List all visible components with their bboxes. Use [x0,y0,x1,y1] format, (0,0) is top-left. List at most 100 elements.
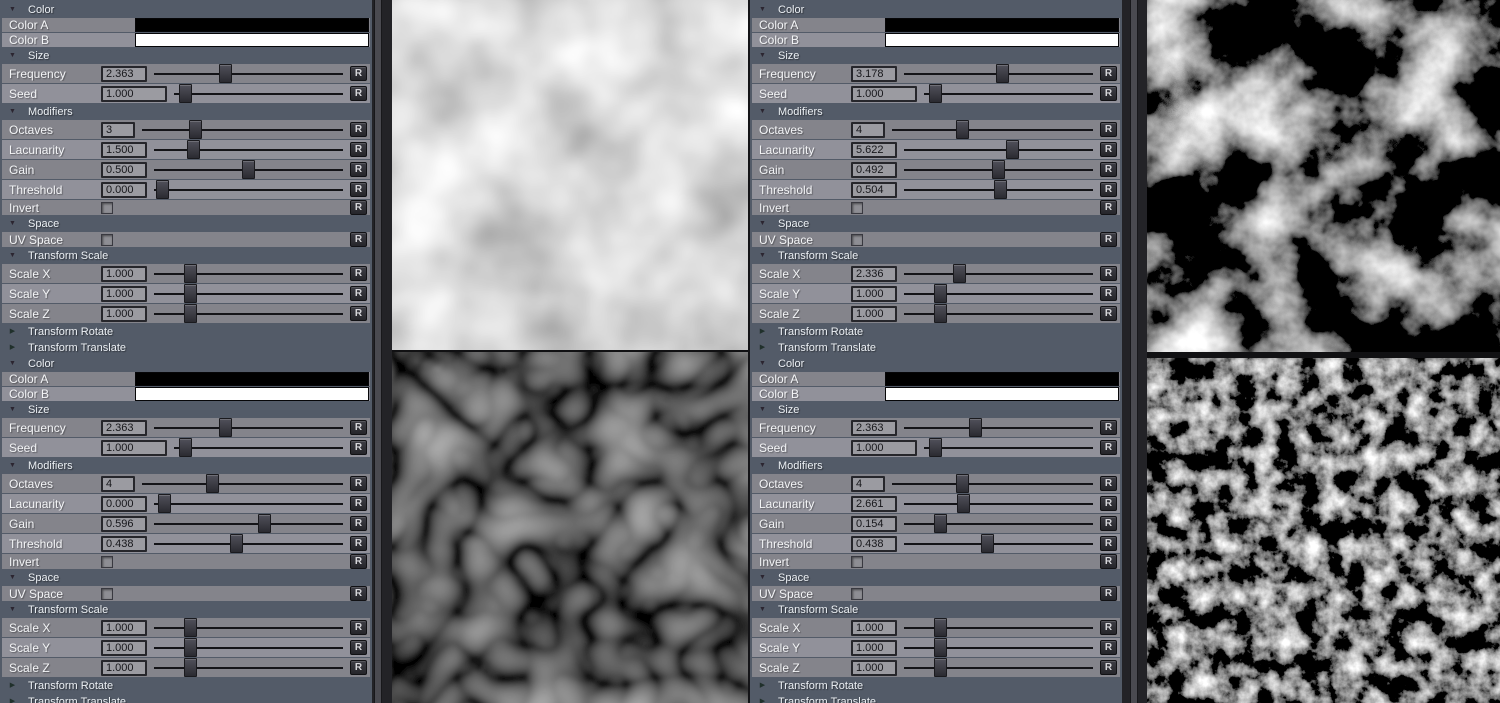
slider-track[interactable] [904,273,1093,275]
section-header-transform-rotate[interactable]: ▶Transform Rotate [2,324,370,339]
frequency-value-field[interactable]: 2.363 [851,420,897,436]
scale-x-value-field[interactable]: 2.336 [851,266,897,282]
gain-slider[interactable] [154,514,343,533]
uv-space-checkbox[interactable] [851,234,863,246]
lacunarity-slider[interactable] [154,494,343,513]
reset-button[interactable]: R [1100,286,1117,301]
section-header-transform-scale[interactable]: ▼Transform Scale [2,248,370,263]
color-a-swatch[interactable] [135,18,369,32]
reset-button[interactable]: R [350,536,367,551]
reset-button[interactable]: R [350,620,367,635]
frequency-slider[interactable] [904,64,1093,83]
reset-button[interactable]: R [350,306,367,321]
reset-button[interactable]: R [350,162,367,177]
reset-button[interactable]: R [1100,66,1117,81]
section-header-transform-scale[interactable]: ▼Transform Scale [752,248,1120,263]
reset-button[interactable]: R [1100,554,1117,569]
reset-button[interactable]: R [1100,266,1117,281]
slider-handle[interactable] [929,438,942,457]
frequency-value-field[interactable]: 3.178 [851,66,897,82]
slider-track[interactable] [154,667,343,669]
scale-y-value-field[interactable]: 1.000 [101,286,147,302]
section-header-transform-rotate[interactable]: ▶Transform Rotate [2,678,370,693]
scale-y-slider[interactable] [154,638,343,657]
reset-button[interactable]: R [350,286,367,301]
slider-track[interactable] [154,73,343,75]
section-header-size[interactable]: ▼Size [2,402,370,417]
scale-y-slider[interactable] [904,638,1093,657]
seed-value-field[interactable]: 1.000 [101,86,167,102]
slider-handle[interactable] [929,84,942,103]
section-header-space[interactable]: ▼Space [2,216,370,231]
invert-checkbox[interactable] [101,202,113,214]
reset-button[interactable]: R [1100,620,1117,635]
slider-track[interactable] [154,427,343,429]
slider-handle[interactable] [1006,140,1019,159]
slider-track[interactable] [154,647,343,649]
gain-value-field[interactable]: 0.596 [101,516,147,532]
slider-track[interactable] [892,129,1093,131]
octaves-slider[interactable] [142,120,343,139]
section-header-transform-translate[interactable]: ▶Transform Translate [2,694,370,703]
scale-x-slider[interactable] [154,618,343,637]
seed-value-field[interactable]: 1.000 [851,440,917,456]
reset-button[interactable]: R [350,516,367,531]
scale-x-slider[interactable] [904,264,1093,283]
slider-track[interactable] [174,447,343,449]
slider-track[interactable] [904,523,1093,525]
threshold-value-field[interactable]: 0.000 [101,182,147,198]
slider-track[interactable] [154,543,343,545]
threshold-value-field[interactable]: 0.438 [101,536,147,552]
slider-track[interactable] [924,447,1093,449]
reset-button[interactable]: R [1100,122,1117,137]
reset-button[interactable]: R [350,66,367,81]
reset-button[interactable]: R [1100,440,1117,455]
section-header-color[interactable]: ▼Color [752,356,1120,371]
scale-z-value-field[interactable]: 1.000 [851,306,897,322]
scale-y-slider[interactable] [904,284,1093,303]
reset-button[interactable]: R [350,266,367,281]
slider-handle[interactable] [230,534,243,553]
octaves-value-field[interactable]: 4 [851,476,885,492]
slider-handle[interactable] [184,658,197,677]
threshold-slider[interactable] [904,180,1093,199]
uv-space-checkbox[interactable] [851,588,863,600]
slider-track[interactable] [904,543,1093,545]
threshold-value-field[interactable]: 0.504 [851,182,897,198]
lacunarity-value-field[interactable]: 0.000 [101,496,147,512]
scale-y-slider[interactable] [154,284,343,303]
section-header-transform-translate[interactable]: ▶Transform Translate [2,340,370,355]
section-header-space[interactable]: ▼Space [2,570,370,585]
slider-track[interactable] [154,627,343,629]
reset-button[interactable]: R [1100,420,1117,435]
slider-track[interactable] [154,313,343,315]
lacunarity-value-field[interactable]: 1.500 [101,142,147,158]
color-b-swatch[interactable] [885,33,1119,47]
slider-track[interactable] [904,667,1093,669]
section-header-size[interactable]: ▼Size [752,402,1120,417]
scale-x-value-field[interactable]: 1.000 [101,266,147,282]
color-a-swatch[interactable] [885,18,1119,32]
reset-button[interactable]: R [1100,586,1117,601]
reset-button[interactable]: R [350,660,367,675]
reset-button[interactable]: R [1100,142,1117,157]
panel-splitter-left[interactable] [372,0,392,703]
noise-preview-top-left[interactable] [392,0,748,350]
reset-button[interactable]: R [1100,516,1117,531]
seed-slider[interactable] [174,84,343,103]
section-header-transform-translate[interactable]: ▶Transform Translate [752,340,1120,355]
seed-slider[interactable] [924,438,1093,457]
section-header-modifiers[interactable]: ▼Modifiers [2,104,370,119]
slider-track[interactable] [174,93,343,95]
slider-handle[interactable] [187,140,200,159]
slider-handle[interactable] [934,638,947,657]
gain-value-field[interactable]: 0.492 [851,162,897,178]
reset-button[interactable]: R [350,640,367,655]
section-header-transform-scale[interactable]: ▼Transform Scale [752,602,1120,617]
scale-z-value-field[interactable]: 1.000 [101,306,147,322]
frequency-slider[interactable] [904,418,1093,437]
slider-track[interactable] [904,427,1093,429]
scale-y-value-field[interactable]: 1.000 [851,640,897,656]
threshold-slider[interactable] [154,180,343,199]
scale-x-value-field[interactable]: 1.000 [101,620,147,636]
